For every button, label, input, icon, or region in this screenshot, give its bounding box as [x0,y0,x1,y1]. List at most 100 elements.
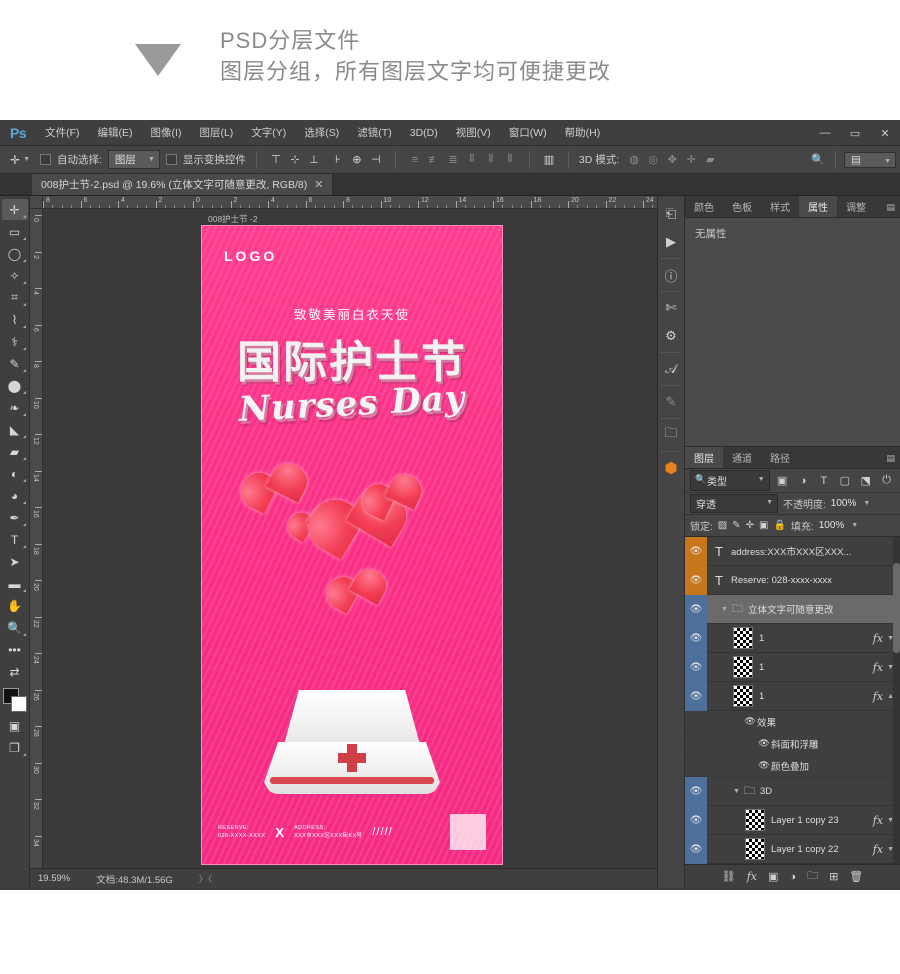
3d-scale-icon[interactable]: ▰ [701,151,719,169]
layer-style-fx-icon[interactable]: fx [873,843,883,856]
marquee-tool[interactable]: ▭ [2,221,28,242]
dist-bottom-icon[interactable]: ≣ [444,151,462,169]
menu-help[interactable]: 帮助(H) [556,121,610,144]
quick-mask-button[interactable]: ▣ [2,715,28,736]
vertical-ruler[interactable]: 0 2 4 6 8 10 12 14 16 18 20 22 24 26 28 30 32 34 [30,209,43,868]
gradient-tool[interactable]: ▰ [2,441,28,462]
3d-icon[interactable]: ⬢ [659,454,683,482]
glyphs-icon[interactable]: 𝒜 [659,355,683,383]
chevron-down-icon[interactable]: ▼ [851,522,858,529]
status-arrows[interactable]: 〉〈 [199,872,213,885]
brushes-icon[interactable]: ✄ [659,294,683,322]
screen-mode-button[interactable]: ❐ [2,737,28,758]
pen-tool[interactable]: ✒ [2,507,28,528]
effect-visibility-toggle[interactable]: 👁 [757,738,771,749]
lock-transparent-icon[interactable]: ▨ [718,520,727,531]
3d-roll-icon[interactable]: ◎ [644,151,662,169]
filter-smart-icon[interactable]: ⬔ [857,472,874,489]
tab-swatches[interactable]: 色板 [723,196,761,217]
color-swatches[interactable] [2,687,28,713]
lock-all-icon[interactable]: 🔒 [773,520,785,531]
align-right-icon[interactable]: ⊣ [367,151,385,169]
lock-position-icon[interactable]: ✛ [746,520,754,531]
table-row[interactable]: 👁 T Reserve: 028-xxxx-xxxx [685,565,900,595]
tab-channels[interactable]: 通道 [723,447,761,468]
adjustment-layer-icon[interactable]: ◑ [789,871,796,883]
tab-layers[interactable]: 图层 [685,447,723,468]
layer-filter-dropdown[interactable]: 🔍 类型 ▼ [690,470,770,491]
layer-style-fx-icon[interactable]: fx [873,690,883,703]
close-icon[interactable]: ✕ [314,178,323,191]
healing-brush-tool[interactable]: ⚕ [2,331,28,352]
history-icon[interactable]: ⎗ [659,200,683,228]
align-vcenter-icon[interactable]: ⊹ [286,151,304,169]
search-icon[interactable]: 🔍 [809,151,827,169]
table-row[interactable]: 👁 1 fx ▲ [685,681,900,711]
layer-visibility-toggle[interactable]: 👁 [685,565,707,595]
align-hcenter-icon[interactable]: ⊕ [348,151,366,169]
3d-rotate-icon[interactable]: ◍ [625,151,643,169]
new-layer-icon[interactable]: ⊞ [829,870,838,883]
filter-adjustment-icon[interactable]: ◑ [795,472,812,489]
more-tools-button[interactable]: ••• [2,639,28,660]
layer-list-scrollbar[interactable] [893,537,900,864]
close-button[interactable]: ✕ [870,120,900,146]
zoom-tool[interactable]: 🔍 [2,617,28,638]
auto-select-dropdown[interactable]: 图层 ▼ [107,150,160,169]
blend-mode-dropdown[interactable]: 穿透 ▼ [690,494,778,513]
show-transform-checkbox[interactable] [165,154,177,165]
table-row[interactable]: 👁 ▼ 🗀 立体文字可随意更改 [685,594,900,624]
auto-align-icon[interactable]: ▥ [540,151,558,169]
swap-colors-button[interactable]: ⇄ [2,661,28,682]
menu-image[interactable]: 图像(I) [142,121,191,144]
layer-style-fx-icon[interactable]: fx [873,632,883,645]
info-icon[interactable]: ⓘ [659,261,683,289]
library-icon[interactable]: 🗀 [659,421,683,449]
delete-layer-icon[interactable]: 🗑 [849,870,863,883]
dodge-tool[interactable]: ◕ [2,485,28,506]
dist-right-icon[interactable]: ⦀ [501,151,519,169]
fill-value[interactable]: 100% [819,520,845,531]
zoom-level[interactable]: 19.59% [38,873,70,884]
tab-styles[interactable]: 样式 [761,196,799,217]
table-row[interactable]: 👁 ▼ 🗀 3D [685,776,900,806]
chevron-down-icon[interactable]: ▼ [721,606,728,613]
workspace-switcher[interactable]: ▤ ▼ [844,151,896,168]
canvas-stage[interactable]: 008护士节 -2 LOGO 致敬美丽白衣天使 国际护士节 Nurses Day [43,209,657,868]
layer-visibility-toggle[interactable]: 👁 [685,623,707,653]
menu-3d[interactable]: 3D(D) [401,123,447,143]
menu-type[interactable]: 文字(Y) [242,121,295,144]
type-tool[interactable]: T [2,529,28,550]
filter-toggle-icon[interactable]: ⏻ [878,472,895,489]
tab-properties[interactable]: 属性 [799,196,837,217]
dist-top-icon[interactable]: ≡ [406,151,424,169]
current-tool-button[interactable]: ✛ ▼ [6,153,34,167]
effect-visibility-toggle[interactable]: 👁 [757,760,771,771]
dist-hcenter-icon[interactable]: ⦀ [482,151,500,169]
tab-paths[interactable]: 路径 [761,447,799,468]
table-row[interactable]: 👁 1 fx ▼ [685,623,900,653]
menu-filter[interactable]: 滤镜(T) [348,121,400,144]
layer-visibility-toggle[interactable]: 👁 [685,776,707,806]
layer-effect-row[interactable]: 👁 效果 [685,711,900,733]
tab-color[interactable]: 颜色 [685,196,723,217]
new-group-icon[interactable]: 🗀 [807,867,818,886]
effect-visibility-toggle[interactable]: 👁 [743,716,757,727]
background-color-swatch[interactable] [10,696,27,712]
layer-style-fx-icon[interactable]: fx [873,814,883,827]
panel-menu-icon[interactable]: ▤ [886,453,895,464]
tab-adjustments[interactable]: 调整 [837,196,875,217]
layer-visibility-toggle[interactable]: 👁 [685,537,707,566]
add-mask-icon[interactable]: ▣ [768,870,778,883]
panel-menu-icon[interactable]: ▤ [886,202,895,213]
layer-visibility-toggle[interactable]: 👁 [685,834,707,864]
auto-select-checkbox[interactable] [40,154,51,165]
shape-tool[interactable]: ▬ [2,573,28,594]
layer-style-fx-icon[interactable]: fx [873,661,883,674]
filter-type-icon[interactable]: T [815,472,832,489]
move-tool[interactable]: ✛ [1,199,28,220]
3d-slide-icon[interactable]: ✛ [682,151,700,169]
paths-icon[interactable]: ✎ [659,388,683,416]
eyedropper-tool[interactable]: ⌇ [2,309,28,330]
poster-artboard[interactable]: LOGO 致敬美丽白衣天使 国际护士节 Nurses Day RESERVE: … [201,225,503,865]
